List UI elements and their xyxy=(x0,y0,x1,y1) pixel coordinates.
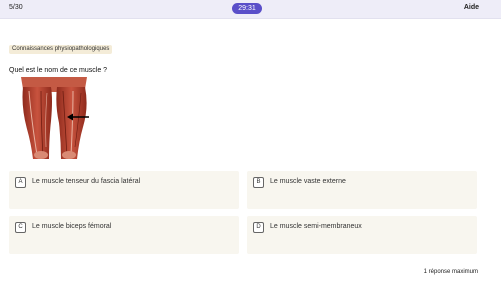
option-label: Le muscle biceps fémoral xyxy=(32,223,112,230)
category-chip: Connaissances physiopathologiques xyxy=(9,45,113,54)
option-label: Le muscle semi-membraneux xyxy=(270,223,362,230)
question-prompt: Quel est le nom de ce muscle ? xyxy=(9,67,108,74)
answer-option-c[interactable]: C Le muscle biceps fémoral xyxy=(9,216,239,254)
answer-option-d[interactable]: D Le muscle semi-membraneux xyxy=(247,216,477,254)
help-button[interactable]: Aide xyxy=(464,4,479,11)
option-letter: D xyxy=(253,222,264,233)
timer-badge: 29:31 xyxy=(232,3,262,14)
answer-option-b[interactable]: B Le muscle vaste externe xyxy=(247,171,477,209)
question-progress: 5/30 xyxy=(9,4,23,11)
top-bar: 5/30 29:31 Aide xyxy=(0,0,501,19)
option-label: Le muscle tenseur du fascia latéral xyxy=(32,178,141,185)
leg-muscle-image xyxy=(21,77,89,159)
answer-limit-note: 1 réponse maximum xyxy=(423,269,478,275)
answer-option-a[interactable]: A Le muscle tenseur du fascia latéral xyxy=(9,171,239,209)
option-letter: C xyxy=(15,222,26,233)
option-label: Le muscle vaste externe xyxy=(270,178,346,185)
option-letter: B xyxy=(253,177,264,188)
option-letter: A xyxy=(15,177,26,188)
